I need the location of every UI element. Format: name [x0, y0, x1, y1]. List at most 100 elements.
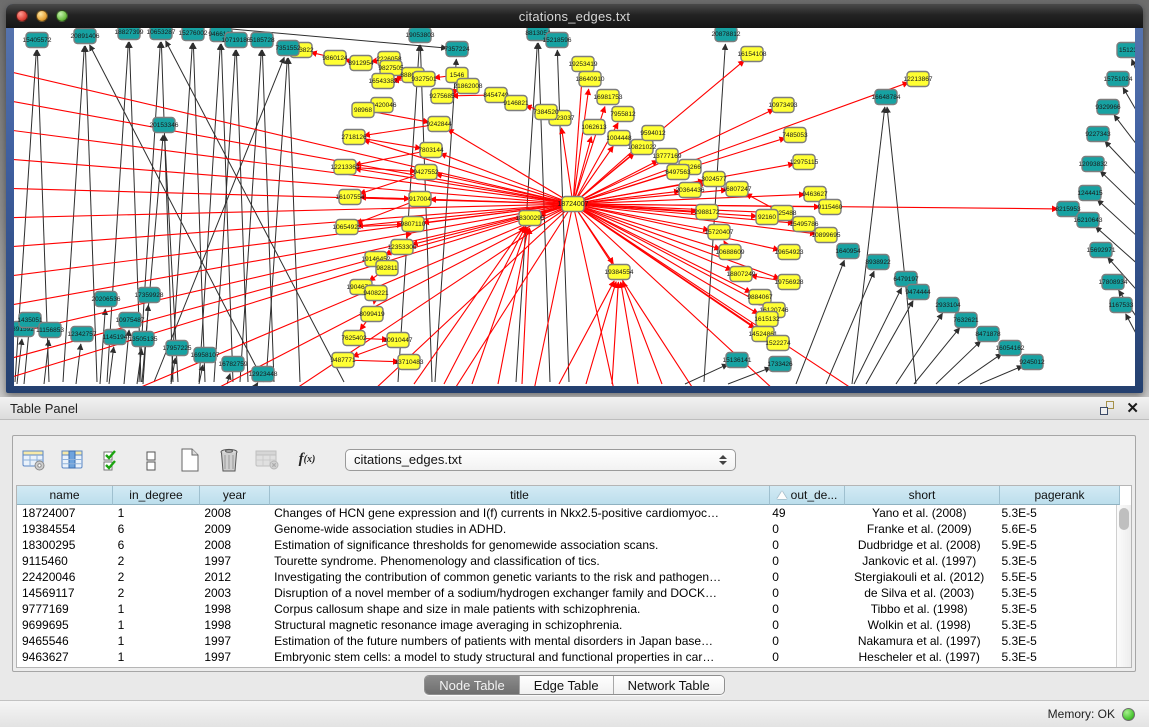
- cell-in_degree: 2: [113, 585, 200, 601]
- vertical-scrollbar[interactable]: [1116, 505, 1131, 667]
- graph-node-label: 18300295: [516, 215, 545, 222]
- table-selector-value: citations_edges.txt: [354, 452, 462, 467]
- column-header-short[interactable]: short: [845, 486, 1000, 505]
- float-panel-icon[interactable]: [1100, 401, 1114, 415]
- table-body: 1872400712008Changes of HCN gene express…: [17, 505, 1116, 667]
- graph-node-label: 15692971: [1087, 247, 1116, 254]
- table-row[interactable]: 946362711997Embryonic stem cells: a mode…: [17, 649, 1116, 665]
- tab-edge-table[interactable]: Edge Table: [520, 676, 614, 694]
- table-row[interactable]: 2242004622012Investigating the contribut…: [17, 569, 1116, 585]
- cell-name: 19384554: [17, 521, 113, 537]
- clear-selection-button[interactable]: [138, 447, 164, 473]
- scrollbar-thumb[interactable]: [1119, 508, 1129, 530]
- cell-title: Disruption of a novel member of a sodium…: [269, 585, 767, 601]
- edge: [76, 344, 81, 384]
- citation-network-graph[interactable]: 1872400716154108122138671097349374850531…: [14, 28, 1135, 386]
- graph-node-label: 9884067: [747, 294, 773, 301]
- table-row[interactable]: 946554611997Estimation of the future num…: [17, 633, 1116, 649]
- graph-node-label: 19756928: [775, 279, 804, 286]
- graph-node-label: 9327501: [411, 76, 437, 83]
- edge: [14, 204, 573, 338]
- table-selector-dropdown[interactable]: citations_edges.txt: [345, 449, 736, 471]
- graph-node-label: 20891406: [71, 33, 100, 40]
- minimize-window-button[interactable]: [36, 10, 48, 22]
- table-row[interactable]: 1938455462009Genome-wide association stu…: [17, 521, 1116, 537]
- column-header-year[interactable]: year: [200, 486, 270, 505]
- select-all-rows-button[interactable]: [99, 447, 125, 473]
- cell-out_de: 0: [767, 601, 842, 617]
- table-row[interactable]: 969969511998Structural magnetic resonanc…: [17, 617, 1116, 633]
- graph-node-label: 1733426: [767, 361, 793, 368]
- graph-node-label: 12975115: [790, 159, 819, 166]
- cell-in_degree: 2: [113, 553, 200, 569]
- cell-year: 2009: [199, 521, 269, 537]
- graph-node-label: 1145194: [103, 334, 128, 341]
- window-titlebar[interactable]: citations_edges.txt: [6, 4, 1143, 28]
- tab-network-table[interactable]: Network Table: [614, 676, 724, 694]
- table-panel-header: Table Panel ✕: [0, 397, 1149, 420]
- edge: [980, 366, 1023, 384]
- column-header-out_de[interactable]: out_de...: [770, 486, 845, 505]
- column-header-pagerank[interactable]: pagerank: [1000, 486, 1120, 505]
- column-header-title[interactable]: title: [270, 486, 770, 505]
- graph-node-label: 9275685: [429, 93, 455, 100]
- cell-name: 9777169: [17, 601, 113, 617]
- table-row[interactable]: 1872400712008Changes of HCN gene express…: [17, 505, 1116, 521]
- cell-out_de: 49: [767, 505, 842, 521]
- table-row[interactable]: 977716911998Corpus callosum shape and si…: [17, 601, 1116, 617]
- delete-icon[interactable]: [216, 447, 242, 473]
- edge: [557, 50, 569, 382]
- table-row[interactable]: 1456911722003Disruption of a novel membe…: [17, 585, 1116, 601]
- graph-node-label: 9329966: [1095, 104, 1121, 111]
- table-type-tabs: Node TableEdge TableNetwork Table: [424, 675, 725, 695]
- graph-node-label: 16543382: [369, 78, 398, 85]
- sort-ascending-icon: [777, 491, 787, 499]
- graph-node-label: 16782759: [219, 361, 248, 368]
- tab-node-table[interactable]: Node Table: [425, 676, 520, 694]
- cell-in_degree: 1: [113, 505, 200, 521]
- cell-title: Estimation of significance thresholds fo…: [269, 537, 767, 553]
- edge: [1097, 200, 1135, 248]
- function-builder-button[interactable]: f(x): [294, 447, 320, 473]
- graph-node-label: 6479197: [893, 276, 919, 283]
- graph-node-label: 18807249: [727, 271, 756, 278]
- graph-node-label: 1244415: [1077, 190, 1103, 197]
- network-view-window[interactable]: citations_edges.txt 18724007161541081221…: [6, 4, 1143, 393]
- edge: [100, 309, 105, 384]
- graph-node-label: 15720407: [705, 229, 734, 236]
- cell-name: 9699695: [17, 617, 113, 633]
- graph-node-label: 917004: [409, 196, 431, 203]
- graph-node-label: 10975487: [116, 317, 145, 324]
- cell-year: 2012: [199, 569, 269, 585]
- graph-node-label: 8471878: [975, 331, 1001, 338]
- table-row[interactable]: 1830029562008Estimation of significance …: [17, 537, 1116, 553]
- table-settings-button[interactable]: [21, 447, 47, 473]
- graph-node-label: 9146821: [503, 100, 529, 107]
- edge: [936, 341, 981, 384]
- select-column-button[interactable]: [60, 447, 86, 473]
- table-row[interactable]: 911546021997Tourette syndrome. Phenomeno…: [17, 553, 1116, 569]
- zoom-window-button[interactable]: [56, 10, 68, 22]
- network-canvas[interactable]: 1872400716154108122138671097349374850531…: [14, 28, 1135, 386]
- cell-short: Tibbo et al. (1998): [842, 601, 996, 617]
- close-window-button[interactable]: [16, 10, 28, 22]
- cell-year: 1997: [199, 633, 269, 649]
- column-header-in_degree[interactable]: in_degree: [113, 486, 200, 505]
- graph-node-label: 9463627: [802, 191, 828, 198]
- graph-node-label: 10719186: [222, 37, 251, 44]
- edge: [472, 227, 527, 384]
- cell-out_de: 0: [767, 649, 842, 665]
- graph-node-label: 16648784: [872, 94, 901, 101]
- cell-pagerank: 5.5E-5: [996, 569, 1116, 585]
- edge: [887, 107, 916, 384]
- cell-in_degree: 6: [113, 537, 200, 553]
- graph-node-label: 1640954: [835, 248, 861, 255]
- close-panel-icon[interactable]: ✕: [1126, 401, 1139, 416]
- cell-short: Franke et al. (2009): [842, 521, 996, 537]
- cell-title: Genome-wide association studies in ADHD.: [269, 521, 767, 537]
- dropdown-arrows-icon: [719, 455, 727, 465]
- cell-name: 22420046: [17, 569, 113, 585]
- column-header-name[interactable]: name: [17, 486, 113, 505]
- new-table-button[interactable]: [177, 447, 203, 473]
- cell-pagerank: 5.3E-5: [996, 633, 1116, 649]
